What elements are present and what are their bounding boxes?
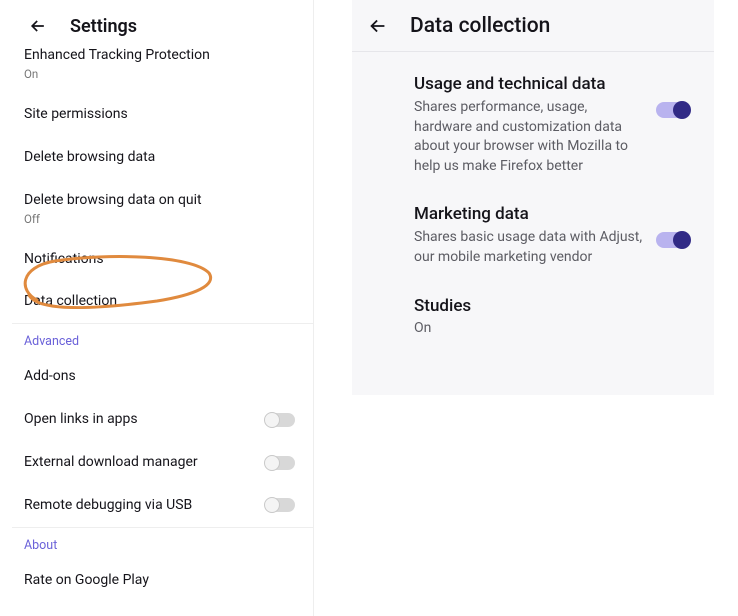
- usage-technical-section[interactable]: Usage and technical data Shares performa…: [414, 74, 690, 176]
- section-desc: Shares performance, usage, hardware and …: [414, 98, 690, 176]
- settings-item-data-collection[interactable]: Data collection: [12, 280, 313, 323]
- item-label: Enhanced Tracking Protection: [24, 46, 301, 65]
- back-button[interactable]: [364, 12, 392, 40]
- arrow-left-icon: [367, 15, 389, 37]
- item-label: Data collection: [24, 292, 301, 311]
- item-label: Rate on Google Play: [24, 571, 301, 590]
- item-sub: On: [24, 67, 301, 81]
- item-label: Remote debugging via USB: [24, 496, 192, 515]
- settings-item-remote-debugging[interactable]: Remote debugging via USB: [12, 484, 313, 527]
- item-label: External download manager: [24, 453, 198, 472]
- item-label: Delete browsing data on quit: [24, 191, 301, 210]
- arrow-left-icon: [28, 16, 48, 36]
- item-label: Open links in apps: [24, 410, 138, 429]
- toggle-switch[interactable]: [656, 232, 690, 248]
- toggle-switch[interactable]: [265, 413, 295, 427]
- section-title: Usage and technical data: [414, 74, 690, 94]
- data-collection-screen: Data collection Usage and technical data…: [352, 0, 714, 395]
- settings-item-site-permissions[interactable]: Site permissions: [12, 93, 313, 136]
- settings-header: Settings: [12, 0, 313, 52]
- settings-item-etp[interactable]: Enhanced Tracking Protection On: [12, 46, 313, 93]
- section-sub: On: [414, 320, 690, 336]
- data-collection-body: Usage and technical data Shares performa…: [352, 52, 714, 356]
- settings-item-addons[interactable]: Add-ons: [12, 355, 313, 398]
- studies-section[interactable]: Studies On: [414, 296, 690, 336]
- section-header-advanced: Advanced: [12, 324, 313, 355]
- item-label: Notifications: [24, 250, 301, 269]
- settings-item-delete-browsing-data[interactable]: Delete browsing data: [12, 136, 313, 179]
- settings-title: Settings: [70, 16, 137, 37]
- item-sub: Off: [24, 212, 301, 226]
- data-collection-title: Data collection: [410, 14, 550, 38]
- settings-screen: Settings Enhanced Tracking Protection On…: [12, 0, 314, 616]
- settings-item-external-download-manager[interactable]: External download manager: [12, 441, 313, 484]
- settings-item-open-links-in-apps[interactable]: Open links in apps: [12, 398, 313, 441]
- item-label: Delete browsing data: [24, 148, 301, 167]
- toggle-switch[interactable]: [265, 498, 295, 512]
- item-label: Site permissions: [24, 105, 301, 124]
- settings-item-notifications[interactable]: Notifications: [12, 238, 313, 281]
- settings-item-rate[interactable]: Rate on Google Play: [12, 559, 313, 602]
- toggle-switch[interactable]: [265, 456, 295, 470]
- settings-item-delete-on-quit[interactable]: Delete browsing data on quit Off: [12, 179, 313, 238]
- section-header-about: About: [12, 528, 313, 559]
- data-collection-header: Data collection: [352, 0, 714, 52]
- marketing-data-section[interactable]: Marketing data Shares basic usage data w…: [414, 204, 690, 267]
- section-title: Marketing data: [414, 204, 690, 224]
- section-title: Studies: [414, 296, 690, 316]
- back-button[interactable]: [24, 12, 52, 40]
- section-desc: Shares basic usage data with Adjust, our…: [414, 228, 690, 267]
- item-label: Add-ons: [24, 367, 301, 386]
- toggle-switch[interactable]: [656, 102, 690, 118]
- settings-item-about-firefox[interactable]: About Firefox: [12, 602, 313, 616]
